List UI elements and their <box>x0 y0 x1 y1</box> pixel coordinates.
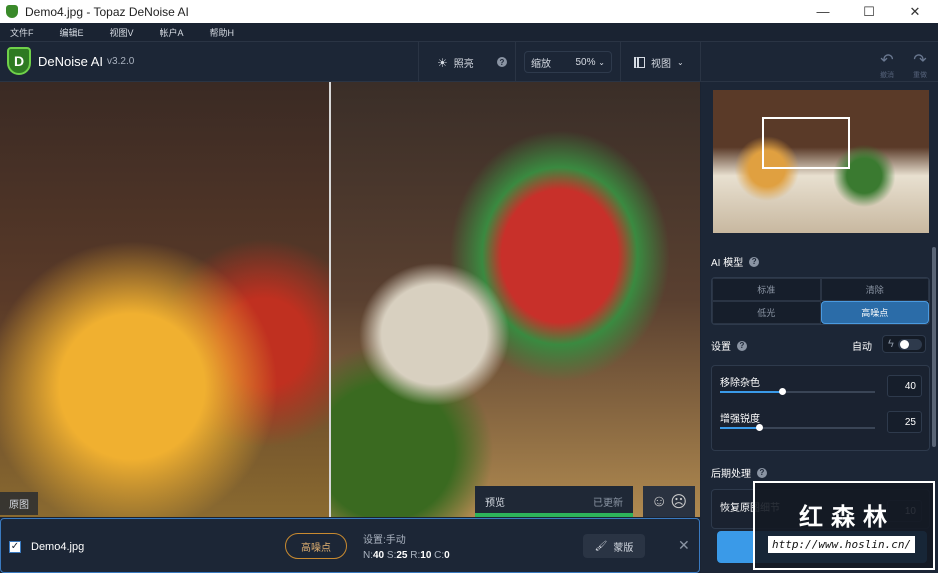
title-bar: Demo4.jpg - Topaz DeNoise AI — ☐ ✕ <box>0 0 938 23</box>
menu-bar: 文件F 编辑E 视图V 帐户A 帮助H <box>0 23 938 42</box>
navigator-viewport[interactable] <box>762 117 850 169</box>
menu-file[interactable]: 文件F <box>10 26 34 39</box>
menu-edit[interactable]: 编辑E <box>60 26 84 39</box>
split-handle[interactable] <box>329 82 331 517</box>
settings-mode: 设置:手动 <box>363 535 406 546</box>
undo-button[interactable]: ↶ 撤消 <box>875 50 899 80</box>
mask-button[interactable]: 🖌 蒙版 <box>583 534 645 558</box>
zoom-select[interactable]: 缩放 50% ⌄ <box>524 51 612 73</box>
chevron-down-icon: ⌄ <box>598 57 605 67</box>
preview-updated: 已更新 <box>593 498 623 509</box>
lighting-label: 照亮 <box>453 59 474 70</box>
watermark-url: http://www.hoslin.cn/ <box>768 536 916 553</box>
divider <box>700 42 701 82</box>
zoom-label: 缩放 <box>531 58 551 70</box>
preview-label: 预览 <box>485 498 505 509</box>
help-icon[interactable]: ? <box>737 340 747 351</box>
remove-file-icon[interactable]: ✕ <box>678 537 690 554</box>
sharpen-value[interactable]: 25 <box>887 411 922 433</box>
view-label: 视图 <box>651 59 671 70</box>
toolbar: D DeNoise AI v3.2.0 ☀ 照亮 ? 缩放 50% ⌄ 视图 ⌄… <box>0 42 938 82</box>
redo-button[interactable]: ↷ 重做 <box>908 50 932 80</box>
stat-n: 40 <box>373 550 385 561</box>
denoise-logo-icon: D <box>7 47 31 75</box>
help-icon[interactable]: ? <box>757 467 767 478</box>
feedback: ☺ ☹ <box>643 486 695 517</box>
undo-label: 撤消 <box>880 72 894 79</box>
minimize-button[interactable]: — <box>800 0 846 23</box>
remove-noise-value[interactable]: 40 <box>887 375 922 397</box>
stat-r: 10 <box>420 550 432 561</box>
smile-icon[interactable]: ☺ <box>651 493 667 511</box>
menu-view[interactable]: 视图V <box>110 26 134 39</box>
navigator-thumbnail[interactable] <box>713 90 929 233</box>
chevron-down-icon: ⌄ <box>677 58 684 67</box>
auto-toggle[interactable]: ϟ <box>882 335 926 353</box>
file-settings: 设置:手动 N:40 S:25 R:10 C:0 <box>363 535 450 561</box>
stat-s: 25 <box>396 550 408 561</box>
divider <box>620 42 621 82</box>
watermark-text: 红森林 <box>799 504 895 531</box>
help-icon[interactable]: ? <box>497 57 507 67</box>
help-icon[interactable]: ? <box>749 256 760 267</box>
settings-heading: 设置? <box>711 338 747 353</box>
original-image <box>0 82 330 517</box>
image-viewer[interactable]: 原图 预览 已更新 ☺ ☹ <box>0 82 700 517</box>
settings-title: 设置 <box>711 342 731 353</box>
sharpen-slider[interactable] <box>720 424 875 431</box>
brand: D DeNoise AI v3.2.0 <box>7 47 134 75</box>
maximize-button[interactable]: ☐ <box>846 0 892 23</box>
menu-help[interactable]: 帮助H <box>210 26 235 39</box>
file-name: Demo4.jpg <box>31 541 85 553</box>
zoom-value: 50% <box>575 56 596 68</box>
window-title: Demo4.jpg - Topaz DeNoise AI <box>25 4 189 19</box>
split-view-icon <box>634 57 645 68</box>
post-title: 后期处理 <box>711 469 751 480</box>
preview-image <box>331 82 700 517</box>
sharpen-label: 增强锐度 <box>720 414 760 425</box>
menu-account[interactable]: 帐户A <box>160 26 184 39</box>
file-checkbox[interactable]: ✓ <box>9 541 21 553</box>
stat-c: 0 <box>444 550 450 561</box>
view-button[interactable]: 视图 ⌄ <box>634 55 684 70</box>
divider <box>418 42 419 82</box>
model-selector: 标准 清除 低光 高噪点 <box>711 277 930 325</box>
close-button[interactable]: ✕ <box>892 0 938 23</box>
model-clear[interactable]: 清除 <box>820 278 929 301</box>
remove-noise-label: 移除杂色 <box>720 378 760 389</box>
preview-progress <box>475 513 633 517</box>
neutral-face-icon[interactable]: ☹ <box>670 492 687 512</box>
auto-label: 自动 <box>852 342 872 353</box>
divider <box>515 42 516 82</box>
ai-model-heading: AI 模型? <box>711 254 760 269</box>
watermark: 红森林 http://www.hoslin.cn/ <box>753 481 935 570</box>
model-low-light[interactable]: 低光 <box>712 301 821 324</box>
undo-icon: ↶ <box>880 52 894 69</box>
app-version: v3.2.0 <box>107 55 135 67</box>
model-standard[interactable]: 标准 <box>712 278 821 301</box>
model-badge[interactable]: 高噪点 <box>285 533 347 559</box>
post-processing-heading: 后期处理? <box>711 465 767 480</box>
model-severe-noise[interactable]: 高噪点 <box>820 301 929 324</box>
sliders-group: 移除杂色 40 增强锐度 25 <box>711 365 930 451</box>
mask-label: 蒙版 <box>613 542 634 554</box>
remove-noise-slider[interactable] <box>720 388 875 395</box>
panel-scrollbar[interactable] <box>932 247 936 447</box>
redo-label: 重做 <box>913 72 927 79</box>
lighting-button[interactable]: ☀ 照亮 <box>437 55 474 71</box>
brush-icon: 🖌 <box>594 540 608 552</box>
app-name: DeNoise AI <box>38 53 104 69</box>
original-label: 原图 <box>0 492 38 515</box>
ai-model-title: AI 模型 <box>711 258 744 269</box>
lightning-icon: ϟ <box>888 338 894 350</box>
app-icon <box>6 5 18 18</box>
sun-icon: ☀ <box>437 55 448 70</box>
redo-icon: ↷ <box>913 52 927 69</box>
file-row[interactable]: ✓ Demo4.jpg 高噪点 设置:手动 N:40 S:25 R:10 C:0… <box>0 518 700 573</box>
preview-status: 预览 已更新 <box>475 486 633 517</box>
